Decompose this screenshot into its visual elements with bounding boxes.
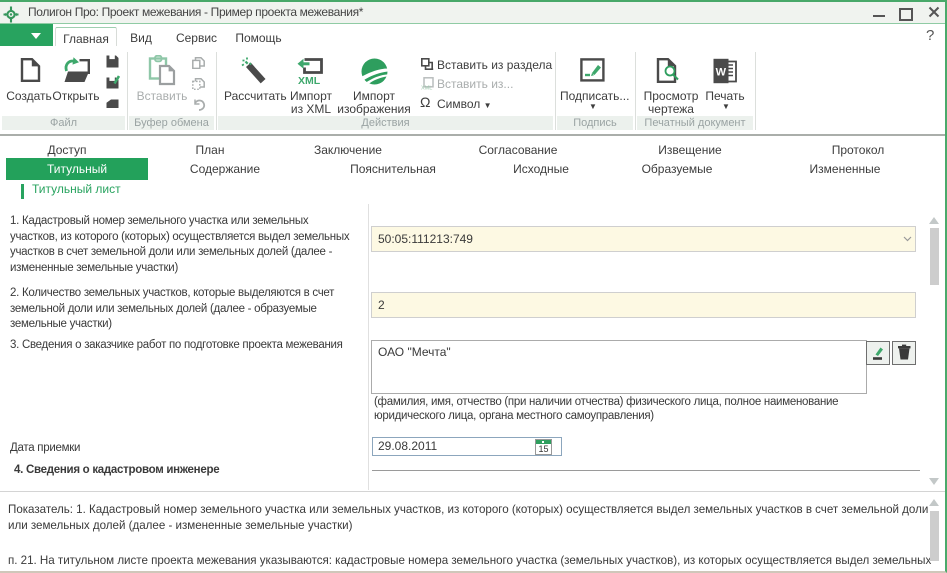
svg-text:XML: XML (421, 86, 432, 91)
svg-text:XML: XML (298, 75, 321, 85)
svg-text:W: W (716, 67, 727, 79)
